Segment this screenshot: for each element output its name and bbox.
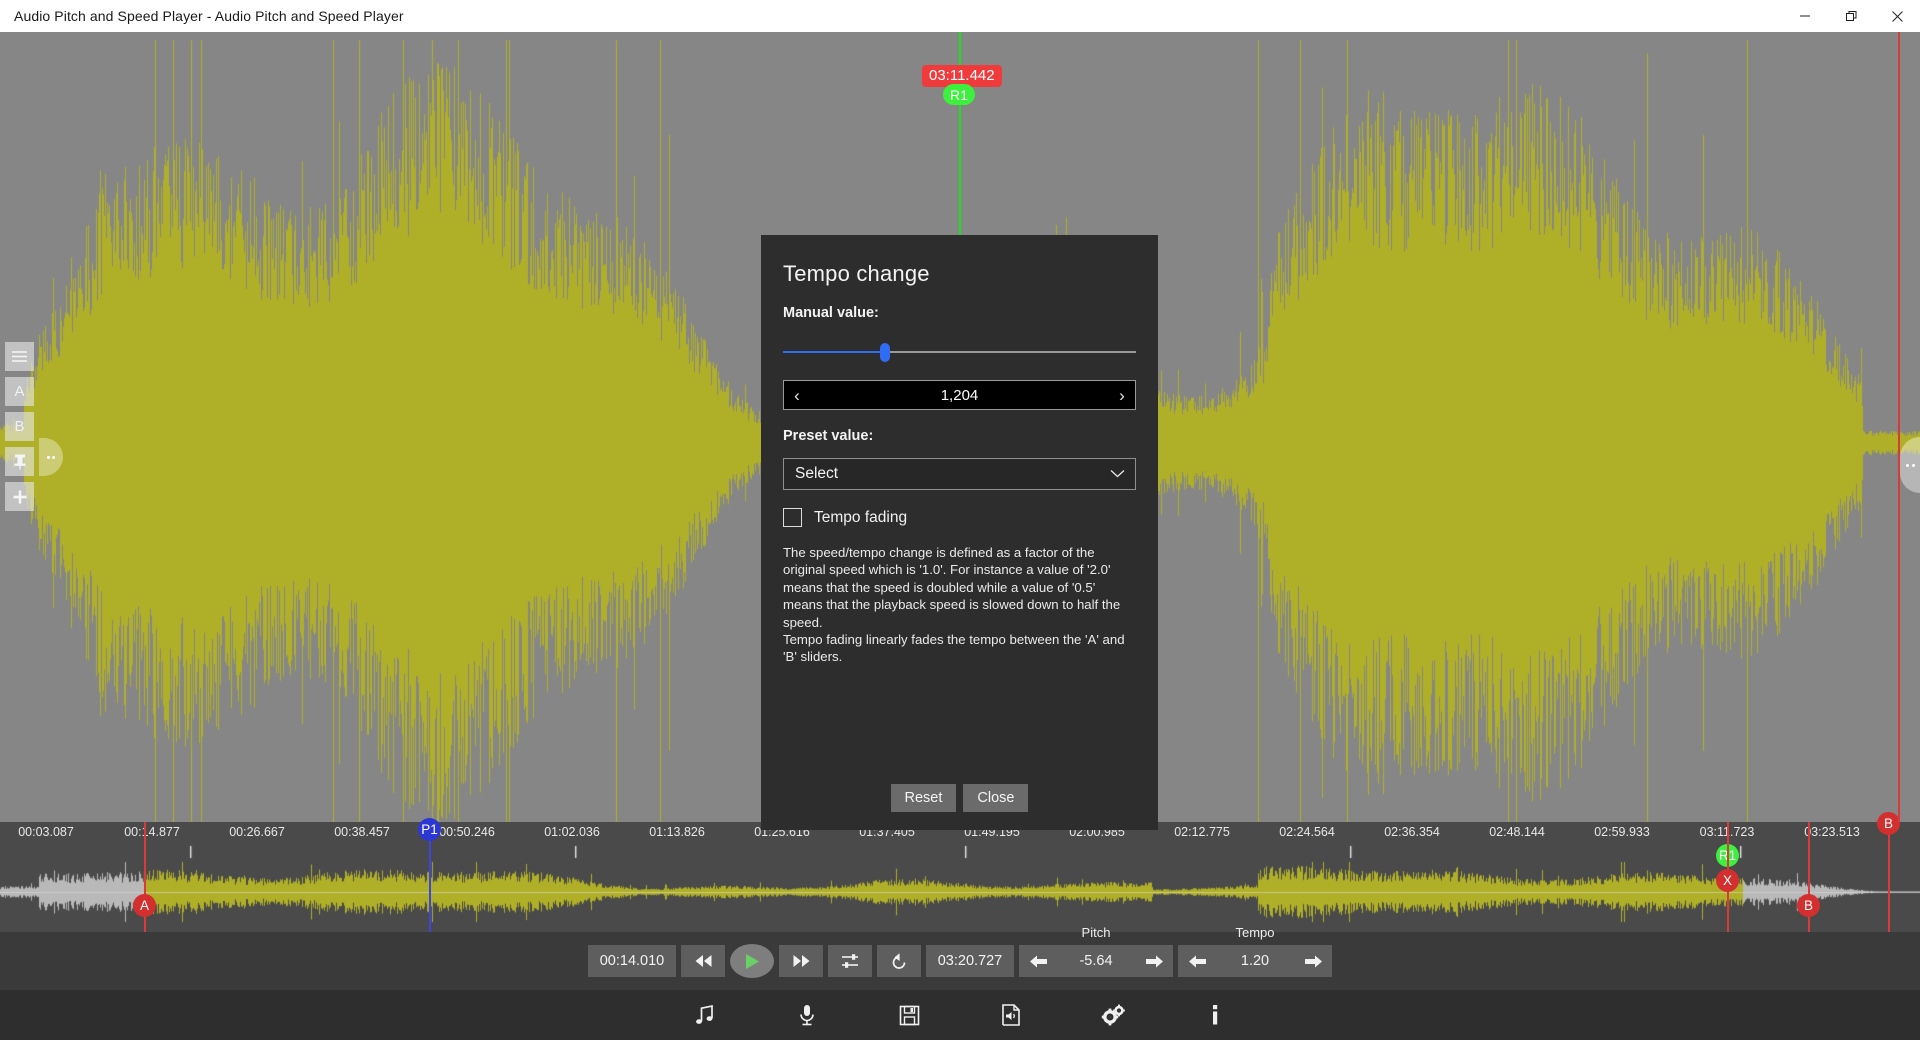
equalizer-icon <box>841 953 859 969</box>
save-icon[interactable] <box>892 998 926 1032</box>
arrow-right-icon <box>1304 954 1323 969</box>
bottom-icon-bar <box>0 990 1920 1040</box>
tempo-fading-label: Tempo fading <box>814 509 907 527</box>
tempo-value[interactable]: 1.20 <box>1216 953 1294 969</box>
fast-forward-icon <box>792 954 811 968</box>
overview-timeline[interactable]: 00:03.087 00:14.877 00:26.667 00:38.457 00:5… <box>0 822 1920 932</box>
timeline-tick-label: 00:26.667 <box>229 825 285 839</box>
equalizer-button[interactable] <box>828 945 872 977</box>
timeline-tick-label: 01:13.826 <box>649 825 705 839</box>
timeline-tick-label: 00:14.877 <box>124 825 180 839</box>
tempo-increment-button[interactable] <box>1294 954 1332 969</box>
microphone-icon[interactable] <box>790 998 824 1032</box>
marker-badge-b[interactable]: B <box>1797 894 1820 917</box>
manual-value-field[interactable]: 1,204 <box>810 387 1109 404</box>
minimize-button[interactable] <box>1782 0 1828 32</box>
rewind-icon <box>694 954 713 968</box>
reset-button[interactable]: Reset <box>891 784 957 812</box>
manual-value-spinner[interactable]: ‹ 1,204 › <box>783 380 1136 410</box>
slider-fill <box>783 351 885 353</box>
audio-file-icon[interactable] <box>994 998 1028 1032</box>
timeline-tick-label: 00:03.087 <box>18 825 74 839</box>
total-time-display[interactable]: 03:20.727 <box>926 945 1014 977</box>
arrow-right-icon <box>1145 954 1164 969</box>
timeline-tick-label: 02:24.564 <box>1279 825 1335 839</box>
preset-value-text: Select <box>795 465 838 483</box>
timeline-tick-label: 02:12.775 <box>1174 825 1230 839</box>
timeline-tick-label: 01:02.036 <box>544 825 600 839</box>
pitch-label: Pitch <box>1019 925 1173 940</box>
timeline-tick-label: 02:48.144 <box>1489 825 1545 839</box>
pitch-increment-button[interactable] <box>1135 954 1173 969</box>
current-time-display[interactable]: 00:14.010 <box>588 945 676 977</box>
settings-gears-icon[interactable] <box>1096 998 1130 1032</box>
tempo-fading-row[interactable]: Tempo fading <box>783 508 1158 527</box>
window-title: Audio Pitch and Speed Player - Audio Pit… <box>14 8 404 24</box>
pitch-value[interactable]: -5.64 <box>1057 953 1135 969</box>
marker-badge-p1[interactable]: P1 <box>418 818 441 841</box>
loop-icon <box>891 953 908 970</box>
tempo-decrement-button[interactable] <box>1178 954 1216 969</box>
slider-thumb[interactable] <box>880 343 890 362</box>
dialog-buttons: Reset Close <box>761 784 1158 812</box>
fast-forward-button[interactable] <box>779 945 823 977</box>
preset-value-label: Preset value: <box>783 428 1158 444</box>
dialog-description: The speed/tempo change is defined as a f… <box>783 544 1136 666</box>
handle-dot <box>52 456 55 459</box>
tempo-change-dialog: Tempo change Manual value: ‹ 1,204 › Pre… <box>761 235 1158 830</box>
play-icon <box>744 953 760 970</box>
play-button[interactable] <box>730 944 774 978</box>
tempo-stepper[interactable]: 1.20 <box>1178 945 1332 977</box>
title-bar: Audio Pitch and Speed Player - Audio Pit… <box>0 0 1920 32</box>
marker-badge-x[interactable]: X <box>1716 869 1739 892</box>
timeline-tick-label: 02:59.933 <box>1594 825 1650 839</box>
loop-button[interactable] <box>877 945 921 977</box>
preset-value-select[interactable]: Select <box>783 458 1136 490</box>
tool-rail: A B <box>5 342 34 511</box>
close-button[interactable] <box>1874 0 1920 32</box>
spinner-decrement-button[interactable]: ‹ <box>784 387 810 404</box>
right-edge-handle[interactable] <box>1900 437 1920 493</box>
manual-value-label: Manual value: <box>783 305 1158 321</box>
marker-a-button[interactable]: A <box>5 377 34 406</box>
pitch-stepper[interactable]: -5.64 <box>1019 945 1173 977</box>
timeline-tick-label: 00:38.457 <box>334 825 390 839</box>
pin-button[interactable] <box>5 447 34 476</box>
add-marker-button[interactable] <box>5 482 34 511</box>
marker-badge-b2[interactable]: B <box>1877 812 1900 835</box>
chevron-down-icon <box>1110 465 1125 483</box>
transport-bar: 00:14.010 <box>0 932 1920 990</box>
transport-controls: 00:14.010 <box>588 944 1332 978</box>
music-note-icon[interactable] <box>688 998 722 1032</box>
timeline-tick-label: 03:23.513 <box>1804 825 1860 839</box>
tempo-fading-checkbox[interactable] <box>783 508 802 527</box>
marker-line-b2 <box>1888 822 1890 932</box>
info-icon[interactable] <box>1198 998 1232 1032</box>
handle-dot <box>1912 464 1915 467</box>
tempo-group: Tempo 1.20 <box>1178 945 1332 977</box>
tempo-label: Tempo <box>1178 925 1332 940</box>
manual-value-slider[interactable] <box>783 343 1136 361</box>
arrow-left-icon <box>1188 954 1207 969</box>
menu-button[interactable] <box>5 342 34 371</box>
marker-b-button[interactable]: B <box>5 412 34 441</box>
handle-dot <box>1906 464 1909 467</box>
marker-badge-a[interactable]: A <box>133 894 156 917</box>
rewind-button[interactable] <box>681 945 725 977</box>
maximize-restore-button[interactable] <box>1828 0 1874 32</box>
handle-dot <box>47 456 50 459</box>
dialog-title: Tempo change <box>783 261 1158 287</box>
playhead-line-right <box>1898 32 1900 822</box>
arrow-left-icon <box>1029 954 1048 969</box>
pitch-group: Pitch -5.64 <box>1019 945 1173 977</box>
pitch-decrement-button[interactable] <box>1019 954 1057 969</box>
timeline-tick-label: 00:50.246 <box>439 825 495 839</box>
spinner-increment-button[interactable]: › <box>1109 387 1135 404</box>
timeline-tick-label: 02:36.354 <box>1384 825 1440 839</box>
r1-marker-badge[interactable]: R1 <box>943 84 975 105</box>
close-button[interactable]: Close <box>963 784 1028 812</box>
